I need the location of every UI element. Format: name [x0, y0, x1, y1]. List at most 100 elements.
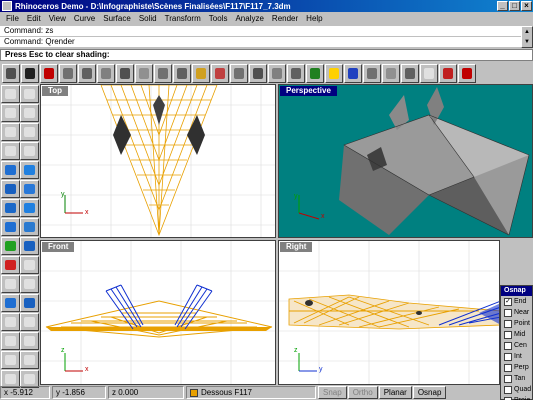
menu-tools[interactable]: Tools [205, 14, 232, 23]
explode-icon[interactable] [1, 332, 20, 350]
plane-icon[interactable] [78, 63, 96, 83]
bottle-icon[interactable] [306, 63, 324, 83]
osnap-option[interactable]: Mid [501, 329, 532, 340]
close-button[interactable]: × [521, 1, 532, 11]
light-icon[interactable] [192, 63, 210, 83]
text-icon[interactable] [21, 63, 39, 83]
menu-edit[interactable]: Edit [23, 14, 45, 23]
surface-icon[interactable] [20, 180, 39, 198]
text-icon[interactable] [20, 351, 39, 369]
torus-icon[interactable] [1, 237, 20, 255]
osnap-checkbox[interactable] [504, 319, 512, 328]
plane-icon[interactable] [230, 63, 248, 83]
plane-icon[interactable] [59, 63, 77, 83]
dim-icon[interactable] [1, 351, 20, 369]
line-icon[interactable] [1, 104, 20, 122]
move-icon[interactable] [1, 256, 20, 274]
plane-icon[interactable] [173, 63, 191, 83]
grid-icon[interactable] [382, 63, 400, 83]
surface-icon[interactable] [1, 180, 20, 198]
surface-icon[interactable] [1, 161, 20, 179]
viewport-right[interactable]: Right z y [278, 240, 500, 385]
osnap-checkbox[interactable] [504, 308, 512, 317]
menu-transform[interactable]: Transform [161, 14, 205, 23]
circle-icon[interactable] [20, 123, 39, 141]
boolean-icon[interactable] [20, 294, 39, 312]
menu-help[interactable]: Help [302, 14, 326, 23]
osnap-panel-title[interactable]: Osnap [501, 286, 532, 296]
command-scrollbar[interactable]: ▲ ▼ [521, 26, 533, 48]
osnap-checkbox[interactable] [504, 352, 512, 361]
sphere-icon[interactable] [439, 63, 457, 83]
plane-icon[interactable] [287, 63, 305, 83]
sphere-icon[interactable] [20, 199, 39, 217]
menu-solid[interactable]: Solid [135, 14, 161, 23]
arc-icon[interactable] [20, 85, 39, 103]
viewport-label-right[interactable]: Right [280, 242, 313, 252]
osnap-checkbox[interactable] [504, 363, 512, 372]
rhino-icon[interactable] [2, 63, 20, 83]
plane-icon[interactable] [154, 63, 172, 83]
array-icon[interactable] [1, 294, 20, 312]
plane-icon[interactable] [363, 63, 381, 83]
osnap-option[interactable]: Near [501, 307, 532, 318]
osnap-option[interactable]: Tan [501, 373, 532, 384]
hexagon-icon[interactable] [1, 142, 20, 160]
sphere-icon[interactable] [211, 63, 229, 83]
menu-file[interactable]: File [2, 14, 23, 23]
planar-toggle[interactable]: Planar [378, 386, 412, 399]
plane-icon[interactable] [249, 63, 267, 83]
plane-icon[interactable] [268, 63, 286, 83]
solid-icon[interactable] [20, 237, 39, 255]
box-icon[interactable] [1, 199, 20, 217]
point-icon[interactable] [1, 85, 20, 103]
status-layer[interactable]: Dessous F117 [186, 386, 316, 399]
command-prompt[interactable]: Press Esc to clear shading: [0, 49, 533, 61]
osnap-option[interactable]: Perp [501, 362, 532, 373]
menu-render[interactable]: Render [268, 14, 302, 23]
title-icon[interactable] [420, 63, 438, 83]
viewport-label-front[interactable]: Front [42, 242, 75, 252]
ortho-toggle[interactable]: Ortho [347, 386, 378, 399]
curve-icon[interactable] [1, 123, 20, 141]
snap-toggle[interactable]: Snap [318, 386, 347, 399]
mirror-icon[interactable] [20, 275, 39, 293]
osnap-option[interactable]: Int [501, 351, 532, 362]
rectangle-icon[interactable] [20, 142, 39, 160]
osnap-checkbox[interactable] [504, 374, 512, 383]
cone-icon[interactable] [20, 218, 39, 236]
menu-view[interactable]: View [45, 14, 70, 23]
osnap-toggle[interactable]: Osnap [412, 386, 447, 399]
rotate-icon[interactable] [20, 256, 39, 274]
join-icon[interactable] [20, 332, 39, 350]
menu-curve[interactable]: Curve [70, 14, 99, 23]
osnap-option[interactable]: Point [501, 318, 532, 329]
cylinder-icon[interactable] [1, 218, 20, 236]
minimize-button[interactable]: _ [497, 1, 508, 11]
plane-icon[interactable] [401, 63, 419, 83]
scale-icon[interactable] [1, 275, 20, 293]
exit-icon[interactable] [458, 63, 476, 83]
maximize-button[interactable]: □ [509, 1, 520, 11]
viewport-front[interactable]: Front z x [40, 240, 276, 385]
menu-surface[interactable]: Surface [99, 14, 135, 23]
plane-icon[interactable] [97, 63, 115, 83]
menu-analyze[interactable]: Analyze [231, 14, 267, 23]
surface-icon[interactable] [20, 161, 39, 179]
stop-icon[interactable] [40, 63, 58, 83]
light-icon[interactable] [325, 63, 343, 83]
app-icon[interactable] [2, 1, 12, 11]
viewport-perspective[interactable]: Perspective y x [278, 84, 533, 238]
trim-icon[interactable] [1, 313, 20, 331]
osnap-checkbox[interactable]: ✓ [504, 297, 512, 306]
osnap-option[interactable]: ✓ End [501, 296, 532, 307]
osnap-checkbox[interactable] [504, 330, 512, 339]
plane-icon[interactable] [116, 63, 134, 83]
viewport-label-top[interactable]: Top [42, 86, 69, 96]
split-icon[interactable] [20, 313, 39, 331]
viewport-top[interactable]: Top y x [40, 84, 276, 238]
osnap-checkbox[interactable] [504, 341, 512, 350]
osnap-option[interactable]: Cen [501, 340, 532, 351]
polyline-icon[interactable] [20, 104, 39, 122]
plane-icon[interactable] [135, 63, 153, 83]
